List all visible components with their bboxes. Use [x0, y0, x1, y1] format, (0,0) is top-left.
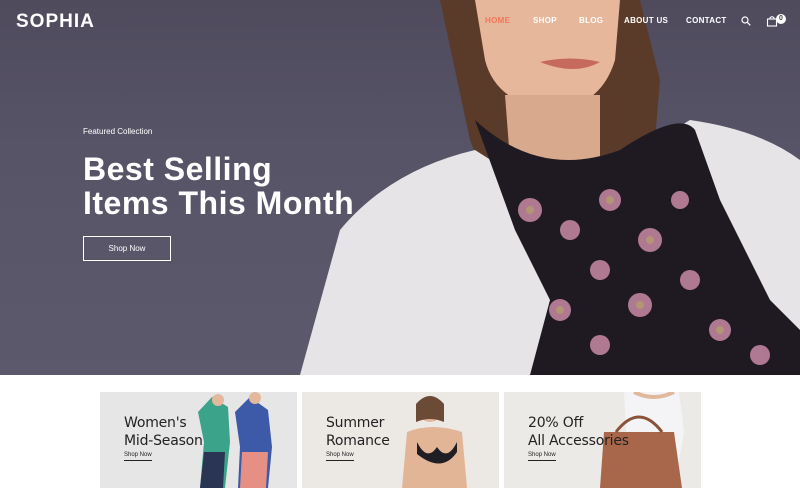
promo-shop-now-link[interactable]: Shop Now — [124, 452, 152, 461]
promo-title: Women's Mid-Season — [124, 414, 234, 450]
promo-card-summer-romance[interactable]: Summer Romance Shop Now — [302, 392, 499, 488]
nav-item-shop[interactable]: SHOP — [533, 16, 557, 25]
promo-title-line-1: Summer — [326, 415, 385, 431]
shop-now-button[interactable]: Shop Now — [83, 236, 171, 261]
hero-title-line-2: Items This Month — [83, 185, 355, 221]
promo-title: Summer Romance — [326, 414, 436, 450]
hero-title: Best Selling Items This Month — [83, 152, 403, 220]
promo-shop-now-link[interactable]: Shop Now — [326, 452, 354, 461]
promo-title-line-2: All Accessories — [528, 433, 629, 449]
cart-count-badge: 0 — [776, 14, 786, 24]
promo-title-line-1: 20% Off — [528, 415, 584, 431]
promo-card-womens-mid-season[interactable]: Women's Mid-Season Shop Now — [100, 392, 297, 488]
promo-title-line-2: Romance — [326, 433, 390, 449]
promo-shop-now-link[interactable]: Shop Now — [528, 452, 556, 461]
main-nav: HOME SHOP BLOG ABOUT US CONTACT — [0, 16, 800, 30]
nav-item-blog[interactable]: BLOG — [579, 16, 603, 25]
hero-banner: SOPHIA HOME SHOP BLOG ABOUT US CONTACT 0… — [0, 0, 800, 375]
nav-item-about-us[interactable]: ABOUT US — [624, 16, 668, 25]
nav-item-contact[interactable]: CONTACT — [686, 16, 727, 25]
search-icon[interactable] — [741, 16, 751, 26]
promo-card-accessories[interactable]: 20% Off All Accessories Shop Now — [504, 392, 701, 488]
promo-title-line-2: Mid-Season — [124, 433, 203, 449]
hero-title-line-1: Best Selling — [83, 151, 273, 187]
promo-title-line-1: Women's — [124, 415, 187, 431]
hero-eyebrow: Featured Collection — [83, 127, 153, 136]
promo-title: 20% Off All Accessories — [528, 414, 638, 450]
nav-item-home[interactable]: HOME — [485, 16, 510, 25]
